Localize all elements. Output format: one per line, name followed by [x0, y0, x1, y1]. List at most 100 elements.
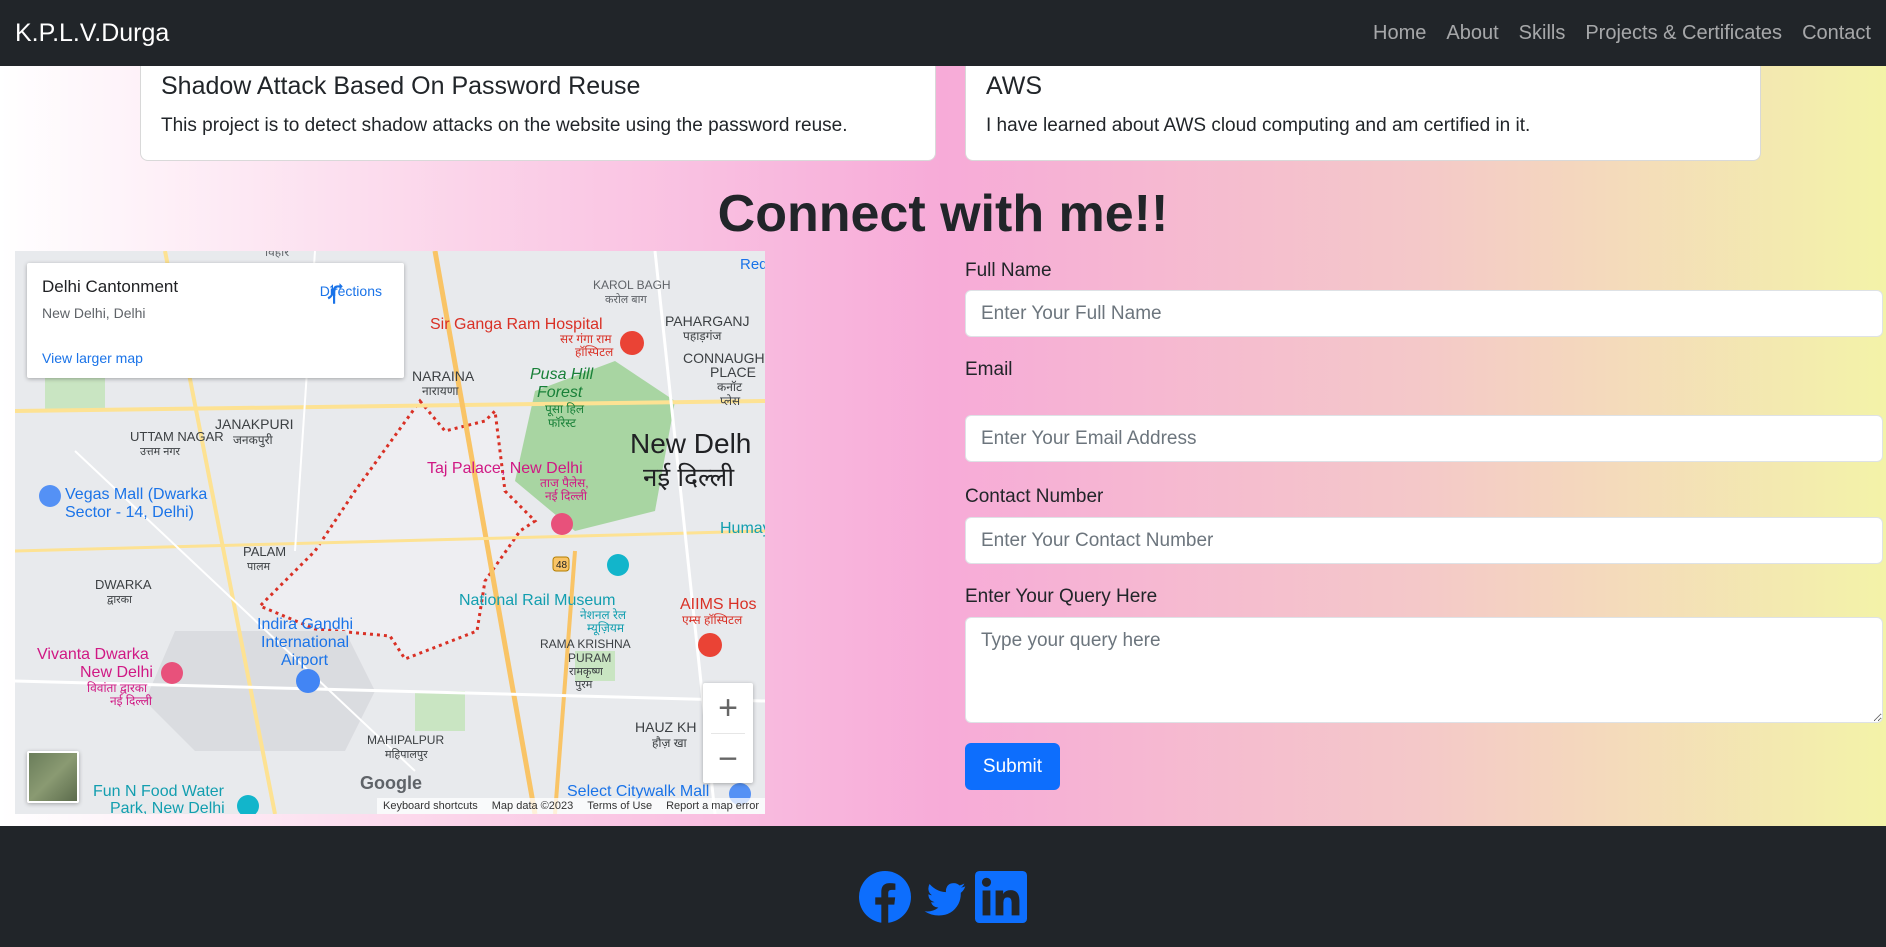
full-name-label: Full Name [965, 260, 1052, 281]
card-text: This project is to detect shadow attacks… [161, 115, 848, 136]
navbar: K.P.L.V.Durga Home About Skills Projects… [0, 0, 1886, 66]
certificate-card-aws: AWS I have learned about AWS cloud compu… [965, 66, 1761, 161]
map-label: नई दिल्ली [643, 462, 735, 492]
nav-contact[interactable]: Contact [1792, 22, 1871, 45]
email-label: Email [965, 359, 1013, 380]
map-label: एम्स हॉस्पिटल [682, 613, 743, 627]
footer [0, 826, 1886, 947]
main-section: Shadow Attack Based On Password Reuse Th… [0, 66, 1886, 826]
card-title: AWS [986, 72, 1043, 100]
map-label: Pusa Hill [530, 366, 594, 383]
zoom-out-button[interactable]: − [703, 734, 753, 784]
hotel-marker [551, 513, 573, 535]
directions-button[interactable]: Directions [320, 281, 382, 304]
card-title: Shadow Attack Based On Password Reuse [161, 72, 641, 100]
map-label: Indira Gandhi [257, 616, 353, 633]
map-label: उत्तम नगर [140, 446, 181, 458]
map-label: पहाड़गंज [683, 329, 722, 343]
connect-heading: Connect with me!! [717, 185, 1169, 243]
map-label: सर गंगा राम [560, 332, 612, 346]
keyboard-shortcuts-link[interactable]: Keyboard shortcuts [383, 800, 478, 812]
map-label: Airport [281, 652, 329, 669]
map-label: Forest [537, 384, 583, 401]
satellite-toggle[interactable] [27, 751, 79, 803]
airport-marker [296, 669, 320, 693]
map-label: Park, New Delhi [110, 800, 225, 814]
map-label: हौज़ खा [652, 736, 688, 750]
map-label: विवांता द्वारका [87, 681, 148, 695]
full-name-input[interactable] [965, 290, 1883, 337]
hospital-marker [698, 633, 722, 657]
map-label: नारायणा [422, 384, 459, 398]
map-label: National Rail Museum [459, 592, 616, 609]
query-textarea[interactable] [965, 617, 1883, 723]
map-label: PLACE [710, 364, 756, 380]
map-label: Humayu [720, 520, 765, 537]
contact-number-label: Contact Number [965, 486, 1104, 507]
map-label: हॉस्पिटल [575, 345, 614, 359]
hotel-marker [161, 662, 183, 684]
map-label: MAHIPALPUR [367, 733, 444, 747]
place-address: New Delhi, Delhi [42, 305, 146, 321]
zoom-in-button[interactable]: + [703, 683, 753, 733]
map-park [415, 691, 465, 731]
linkedin-icon[interactable] [975, 870, 1027, 923]
terms-of-use-link[interactable]: Terms of Use [587, 800, 652, 812]
map-label: रामकृष्ण [569, 666, 604, 678]
map-label: नई दिल्ली [545, 489, 588, 503]
map-label: कनॉट [717, 380, 743, 394]
map-label: फॉरेस्ट [548, 416, 577, 430]
map-label: Fun N Food Water [93, 783, 225, 800]
map-label: ताज पैलेस, [540, 476, 589, 490]
map-label: नेशनल रेल [580, 608, 627, 622]
facebook-icon[interactable] [859, 870, 911, 923]
nav-skills[interactable]: Skills [1509, 22, 1576, 45]
map-label: AIIMS Hos [680, 596, 756, 613]
map-label: महिपालपुर [385, 748, 428, 761]
map-zoom-controls: + − [703, 683, 753, 783]
email-input[interactable] [965, 415, 1883, 462]
map-label: पूसा हिल [545, 402, 585, 417]
map-label: जनकपुरी [233, 433, 274, 448]
map-label: प्लेस [720, 394, 741, 408]
map-label: Sector - 14, Delhi) [65, 504, 194, 521]
google-map-embed[interactable]: विहार KAROL BAGH करोल बाग Red Sir Ganga … [15, 251, 765, 814]
map-label: Vegas Mall (Dwarka [65, 486, 207, 503]
nav-about[interactable]: About [1436, 22, 1508, 45]
map-label: करोल बाग [605, 293, 647, 306]
map-data-attribution: Map data ©2023 [491, 800, 574, 812]
map-label: PALAM [243, 544, 286, 559]
google-logo: Google [360, 773, 422, 793]
map-label: म्यूज़ियम [587, 621, 625, 636]
submit-button[interactable]: Submit [965, 743, 1060, 790]
map-label: Red [740, 256, 765, 273]
view-larger-map-link[interactable]: View larger map [42, 350, 143, 366]
map-label: PURAM [568, 651, 611, 665]
map-label: UTTAM NAGAR [130, 429, 224, 444]
map-label: RAMA KRISHNA [540, 637, 631, 651]
map-label: KAROL BAGH [593, 278, 671, 292]
nav-projects[interactable]: Projects & Certificates [1575, 22, 1792, 45]
map-label: PAHARGANJ [665, 313, 750, 329]
map-label: International [261, 634, 349, 651]
map-label: Sir Ganga Ram Hospital [430, 316, 603, 333]
brand-logo[interactable]: K.P.L.V.Durga [15, 19, 169, 48]
museum-marker [607, 554, 629, 576]
card-text: I have learned about AWS cloud computing… [986, 115, 1531, 136]
highway-label: 48 [556, 560, 568, 571]
map-label: पालम [247, 561, 271, 573]
report-map-error-link[interactable]: Report a map error [666, 800, 759, 812]
nav-links: Home About Skills Projects & Certificate… [1363, 22, 1871, 45]
twitter-icon[interactable] [917, 871, 969, 923]
mall-marker [39, 485, 61, 507]
map-label: Vivanta Dwarka [37, 646, 149, 663]
map-label: DWARKA [95, 577, 152, 592]
map-label: New Delhi [80, 664, 153, 681]
map-label: नई दिल्ली [110, 694, 153, 708]
map-label: विहार [265, 251, 290, 259]
map-label: पुरम [575, 679, 593, 691]
contact-number-input[interactable] [965, 517, 1883, 564]
map-label: HAUZ KH [635, 719, 696, 735]
map-attribution-bar: Keyboard shortcuts Map data ©2023 Terms … [376, 798, 765, 814]
nav-home[interactable]: Home [1363, 22, 1436, 45]
